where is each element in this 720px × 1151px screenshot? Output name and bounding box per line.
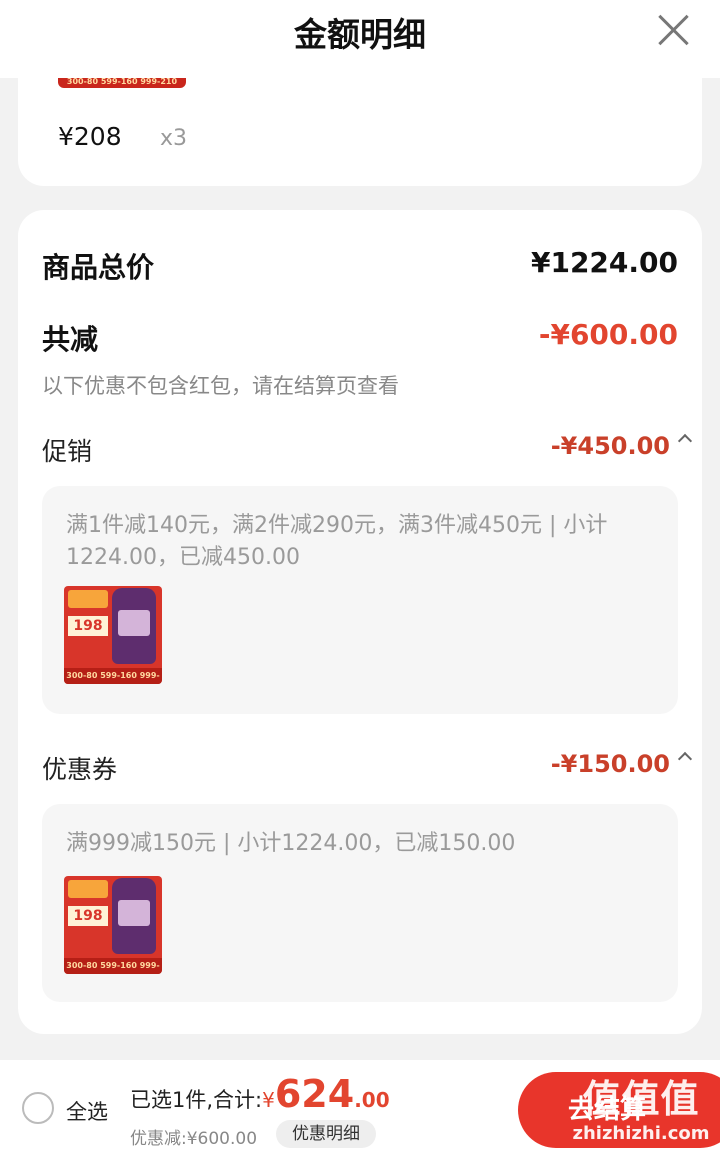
modal-header: 金额明细: [0, 0, 720, 78]
total-label: 商品总价: [42, 251, 155, 284]
chevron-up-icon[interactable]: [677, 751, 693, 767]
coupon-value: -¥150.00: [550, 750, 670, 778]
reduce-value: -¥600.00: [538, 318, 678, 351]
product-card: 300-80 599-160 999-210 ¥208 x3: [18, 78, 702, 186]
product-badge: [68, 880, 108, 898]
reduce-label: 共减: [42, 323, 99, 356]
promotion-desc: 满1件减140元，满2件减290元，满3件减450元 | 小计1224.00，已…: [66, 513, 608, 570]
promotion-value: -¥450.00: [550, 432, 670, 460]
selected-count-text: 已选1件,合计:: [130, 1088, 263, 1112]
total-row: 商品总价 ¥1224.00: [42, 246, 678, 286]
watermark-url: zhizhizhi.com: [572, 1123, 710, 1144]
product-promo-strip: 300-80 599-160 999-210: [64, 668, 162, 684]
product-image[interactable]: 198 300-80 599-160 999-210: [64, 586, 162, 684]
product-bottle: [112, 588, 156, 664]
item-price: ¥208: [58, 122, 122, 151]
amount-detail-card: 商品总价 ¥1224.00 共减 -¥600.00 以下优惠不包含红包，请在结算…: [18, 210, 702, 1034]
promotion-label: 促销: [42, 437, 93, 466]
currency-symbol: ¥: [262, 1088, 275, 1112]
amount-integer: 624: [274, 1072, 355, 1116]
page-title: 金额明细: [294, 15, 426, 54]
checkout-bar: 全选 已选1件,合计:¥624.00 优惠减:¥600.00 优惠明细 去结算 …: [0, 1060, 720, 1151]
product-image[interactable]: 198 300-80 599-160 999-210: [64, 876, 162, 974]
discount-detail-button[interactable]: 优惠明细: [276, 1120, 376, 1148]
amount-decimal: .00: [354, 1088, 390, 1112]
promotion-row[interactable]: 促销 -¥450.00: [42, 432, 693, 468]
product-thumbnail-strip: 300-80 599-160 999-210: [58, 78, 186, 88]
product-promo-strip: 300-80 599-160 999-210: [64, 958, 162, 974]
product-bottle: [112, 878, 156, 954]
coupon-desc: 满999减150元 | 小计1224.00，已减150.00: [66, 831, 516, 856]
total-value: ¥1224.00: [530, 246, 678, 279]
close-icon[interactable]: [656, 12, 690, 46]
coupon-row[interactable]: 优惠券 -¥150.00: [42, 750, 693, 786]
chevron-up-icon[interactable]: [677, 433, 693, 449]
product-badge: [68, 590, 108, 608]
discount-total: 优惠减:¥600.00: [130, 1129, 258, 1149]
watermark-main: 值值值: [582, 1077, 700, 1121]
item-quantity: x3: [160, 126, 188, 151]
discount-note: 以下优惠不包含红包，请在结算页查看: [42, 374, 399, 398]
promotion-detail-box: 满1件减140元，满2件减290元，满3件减450元 | 小计1224.00，已…: [42, 486, 678, 714]
select-all-label[interactable]: 全选: [66, 1096, 108, 1126]
select-all-radio[interactable]: [22, 1092, 54, 1124]
product-price-tag: 198: [68, 616, 108, 636]
coupon-detail-box: 满999减150元 | 小计1224.00，已减150.00 198 300-8…: [42, 804, 678, 1002]
product-price-tag: 198: [68, 906, 108, 926]
reduce-row: 共减 -¥600.00: [42, 318, 678, 358]
total-sum: 已选1件,合计:¥624.00: [130, 1072, 390, 1116]
coupon-label: 优惠券: [42, 755, 118, 784]
watermark-logo: 值值值 zhizhizhi.com: [566, 1068, 716, 1144]
